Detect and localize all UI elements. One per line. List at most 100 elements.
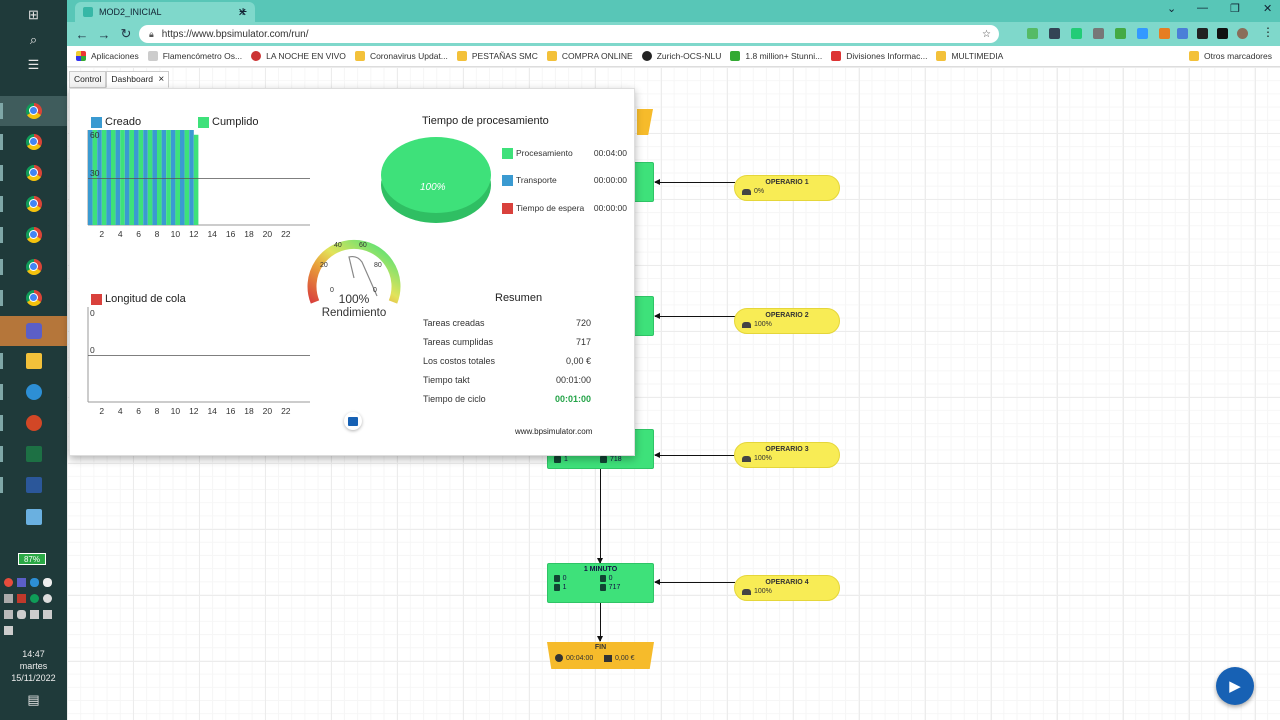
bookmarks-bar: Aplicaciones Flamencómetro Os... LA NOCH… xyxy=(67,46,1280,67)
bookmark-item[interactable]: COMPRA ONLINE xyxy=(546,51,633,61)
task-view-icon[interactable]: ☰ xyxy=(0,50,67,80)
extension-icon[interactable] xyxy=(1027,28,1038,39)
avatar[interactable] xyxy=(1237,28,1248,39)
extension-icon[interactable] xyxy=(1137,28,1148,39)
x-tick-label: 22 xyxy=(281,406,291,416)
taskbar-chrome-4[interactable] xyxy=(0,189,67,219)
export-image-button[interactable] xyxy=(344,412,362,430)
tray-chrome-icon[interactable] xyxy=(30,594,39,603)
bookmark-item[interactable]: MULTIMEDIA xyxy=(936,51,1003,61)
x-tick-label: 2 xyxy=(99,229,104,239)
operator-node-1[interactable]: OPERARIO 1 0% xyxy=(734,175,840,201)
chevron-down-icon[interactable]: ⌄ xyxy=(1167,2,1176,15)
tray-office-icon[interactable] xyxy=(17,594,26,603)
sidebar-icon[interactable] xyxy=(1217,28,1228,39)
star-icon[interactable]: ☆ xyxy=(982,29,991,40)
wifi-icon[interactable] xyxy=(43,610,52,619)
new-tab-button[interactable]: + xyxy=(239,3,247,19)
extension-icon[interactable] xyxy=(1071,28,1082,39)
extension-icon[interactable] xyxy=(1159,28,1170,39)
mic-icon[interactable] xyxy=(17,610,26,619)
taskbar-edge[interactable] xyxy=(0,377,67,407)
bookmark-item[interactable]: PESTAÑAS SMC xyxy=(456,51,538,61)
bar-creado-4 xyxy=(115,130,121,225)
tray-app-icon[interactable] xyxy=(4,594,13,603)
operator-node-4[interactable]: OPERARIO 4 100% xyxy=(734,575,840,601)
back-button[interactable]: ← xyxy=(71,27,93,42)
bookmark-item[interactable]: Aplicaciones xyxy=(76,51,139,61)
page-icon xyxy=(147,51,158,61)
volume-icon[interactable] xyxy=(4,626,13,635)
taskbar-chrome-7[interactable] xyxy=(0,283,67,313)
summary-row: Tareas cumplidas 717 xyxy=(423,337,591,347)
bookmark-item[interactable]: Divisiones Informac... xyxy=(831,51,927,61)
y-tick-label: 30 xyxy=(90,168,100,178)
extension-icon[interactable] xyxy=(1049,28,1060,39)
timer-icon xyxy=(600,575,606,582)
reload-button[interactable]: ↻ xyxy=(115,26,137,42)
legend-swatch xyxy=(91,116,102,128)
bar-creado-6 xyxy=(134,130,139,225)
taskbar-chrome-2[interactable] xyxy=(0,127,67,157)
translate-icon[interactable] xyxy=(1177,28,1188,39)
tray-teams-icon[interactable] xyxy=(17,578,26,587)
tab-control[interactable]: Control xyxy=(69,71,107,88)
play-button[interactable]: ▶ xyxy=(1216,667,1254,705)
y-tick-label: 60 xyxy=(90,130,100,140)
tray-misc-icon[interactable] xyxy=(43,594,52,603)
tray-cloud-icon[interactable] xyxy=(30,578,39,587)
taskbar-chrome-5[interactable] xyxy=(0,220,67,250)
bookmark-item[interactable]: Flamencómetro Os... xyxy=(147,51,242,61)
operator-node-2[interactable]: OPERARIO 2 100% xyxy=(734,308,840,334)
notification-icon[interactable]: ▤ xyxy=(0,688,67,712)
menu-icon[interactable]: ⋮ xyxy=(1262,25,1274,39)
extension-icon[interactable] xyxy=(1093,28,1104,39)
person-icon xyxy=(554,584,560,591)
bookmark-item[interactable]: 1.8 million+ Stunni... xyxy=(730,51,822,61)
bookmark-item[interactable]: LA NOCHE EN VIVO xyxy=(251,51,346,61)
battery-icon[interactable] xyxy=(30,610,39,619)
windows-taskbar: ⊞ ⌕ ☰ 87% 14:47 martes 15/11/2022 ▤ xyxy=(0,0,67,720)
restore-button[interactable]: ❐ xyxy=(1230,2,1240,15)
taskbar-installer[interactable] xyxy=(0,502,67,532)
taskbar-teams[interactable] xyxy=(0,316,67,346)
operator-node-3[interactable]: OPERARIO 3 100% xyxy=(734,442,840,468)
browser-tab[interactable]: MOD2_INICIAL ✕ xyxy=(75,2,255,22)
puzzle-icon[interactable] xyxy=(1197,28,1208,39)
taskbar-chrome-active[interactable] xyxy=(0,96,67,126)
connector-arrow xyxy=(654,179,735,185)
taskbar-powerpoint[interactable] xyxy=(0,408,67,438)
taskbar-explorer[interactable] xyxy=(0,346,67,376)
process-node-4[interactable]: 1 MINUTO 0 0 1 717 xyxy=(547,563,654,603)
taskbar-chrome-6[interactable] xyxy=(0,252,67,282)
legend-swatch xyxy=(198,116,209,128)
taskbar-excel[interactable] xyxy=(0,439,67,469)
taskbar-clock[interactable]: 14:47 martes 15/11/2022 xyxy=(0,648,67,684)
tray-onedrive-icon[interactable] xyxy=(43,578,52,587)
tray-network-icon[interactable] xyxy=(4,610,13,619)
tab-dashboard[interactable]: Dashboard × xyxy=(106,71,170,88)
other-bookmarks[interactable]: Otros marcadores xyxy=(1188,51,1272,61)
address-bar[interactable]: 🔒︎ https://www.bpsimulator.com/run/ ☆ xyxy=(139,25,999,43)
bar-cumplido-11 xyxy=(184,130,190,225)
end-node[interactable]: FIN 00:04:00 0,00 € xyxy=(547,642,654,669)
y-tick-label: 0 xyxy=(90,345,95,355)
close-icon[interactable]: × xyxy=(158,74,164,85)
taskbar-chrome-3[interactable] xyxy=(0,158,67,188)
x-tick-label: 12 xyxy=(189,229,199,239)
minimize-button[interactable]: — xyxy=(1197,2,1208,14)
start-node[interactable] xyxy=(637,109,653,135)
tray-record-icon[interactable] xyxy=(4,578,13,587)
x-tick-label: 16 xyxy=(226,229,236,239)
window-close-button[interactable]: ✕ xyxy=(1263,2,1272,15)
bar-creado-12 xyxy=(189,130,194,225)
bookmark-item[interactable]: Coronavirus Updat... xyxy=(354,51,448,61)
bookmark-item[interactable]: Zurich-OCS-NLU xyxy=(641,51,721,61)
pie-slice-procesamiento xyxy=(381,137,491,213)
forward-button[interactable]: → xyxy=(93,27,115,42)
x-tick-label: 10 xyxy=(171,406,181,416)
taskbar-word[interactable] xyxy=(0,470,67,500)
battery-indicator[interactable]: 87% xyxy=(18,553,46,565)
extension-icon[interactable] xyxy=(1115,28,1126,39)
footer-link[interactable]: www.bpsimulator.com xyxy=(515,427,592,436)
